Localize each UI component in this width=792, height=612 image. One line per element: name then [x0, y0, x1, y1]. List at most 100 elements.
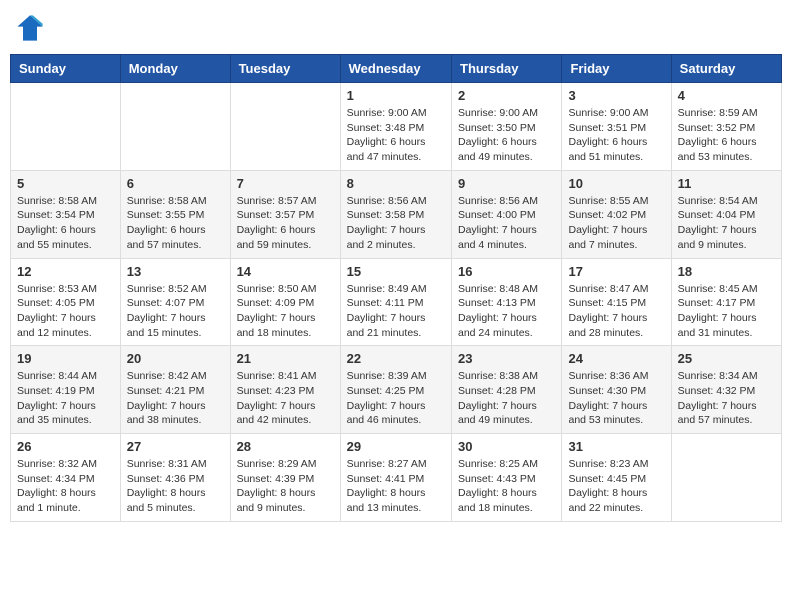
day-info: Sunrise: 8:47 AM Sunset: 4:15 PM Dayligh… [568, 282, 664, 341]
week-row-1: 5 Sunrise: 8:58 AM Sunset: 3:54 PM Daylig… [11, 170, 782, 258]
day-number: 22 [347, 351, 445, 366]
day-number: 25 [678, 351, 775, 366]
day-info: Sunrise: 8:38 AM Sunset: 4:28 PM Dayligh… [458, 369, 555, 428]
calendar-cell: 25 Sunrise: 8:34 AM Sunset: 4:32 PM Dayli… [671, 346, 781, 434]
day-number: 9 [458, 176, 555, 191]
calendar-cell: 7Sunrise: 8:57 AM Sunset: 3:57 PM Daylig… [230, 170, 340, 258]
week-row-2: 12 Sunrise: 8:53 AM Sunset: 4:05 PM Dayli… [11, 258, 782, 346]
day-info: Sunrise: 8:29 AM Sunset: 4:39 PM Dayligh… [237, 457, 334, 516]
weekday-header-tuesday: Tuesday [230, 55, 340, 83]
weekday-header-row: SundayMondayTuesdayWednesdayThursdayFrid… [11, 55, 782, 83]
day-number: 14 [237, 264, 334, 279]
day-info: Sunrise: 9:00 AM Sunset: 3:48 PM Dayligh… [347, 106, 445, 165]
weekday-header-saturday: Saturday [671, 55, 781, 83]
calendar-cell: 22 Sunrise: 8:39 AM Sunset: 4:25 PM Dayli… [340, 346, 451, 434]
day-number: 28 [237, 439, 334, 454]
day-info: Sunrise: 8:32 AM Sunset: 4:34 PM Dayligh… [17, 457, 114, 516]
day-info: Sunrise: 8:56 AM Sunset: 3:58 PM Dayligh… [347, 194, 445, 253]
day-info: Sunrise: 8:58 AM Sunset: 3:54 PM Dayligh… [17, 194, 114, 253]
day-info: Sunrise: 8:55 AM Sunset: 4:02 PM Dayligh… [568, 194, 664, 253]
day-number: 30 [458, 439, 555, 454]
day-info: Sunrise: 9:00 AM Sunset: 3:51 PM Dayligh… [568, 106, 664, 165]
calendar-cell: 5 Sunrise: 8:58 AM Sunset: 3:54 PM Daylig… [11, 170, 121, 258]
day-info: Sunrise: 8:42 AM Sunset: 4:21 PM Dayligh… [127, 369, 224, 428]
calendar-cell: 24 Sunrise: 8:36 AM Sunset: 4:30 PM Dayli… [562, 346, 671, 434]
day-info: Sunrise: 8:36 AM Sunset: 4:30 PM Dayligh… [568, 369, 664, 428]
day-number: 2 [458, 88, 555, 103]
calendar-cell: 21 Sunrise: 8:41 AM Sunset: 4:23 PM Dayli… [230, 346, 340, 434]
page-header [10, 10, 782, 46]
day-number: 11 [678, 176, 775, 191]
week-row-4: 26 Sunrise: 8:32 AM Sunset: 4:34 PM Dayli… [11, 434, 782, 522]
week-row-3: 19 Sunrise: 8:44 AM Sunset: 4:19 PM Dayli… [11, 346, 782, 434]
day-number: 24 [568, 351, 664, 366]
calendar-cell: 2 Sunrise: 9:00 AM Sunset: 3:50 PM Daylig… [452, 83, 562, 171]
calendar-cell [120, 83, 230, 171]
day-info: Sunrise: 8:27 AM Sunset: 4:41 PM Dayligh… [347, 457, 445, 516]
day-info: Sunrise: 8:48 AM Sunset: 4:13 PM Dayligh… [458, 282, 555, 341]
day-info: Sunrise: 8:54 AM Sunset: 4:04 PM Dayligh… [678, 194, 775, 253]
day-number: 7 [237, 176, 334, 191]
day-info: Sunrise: 8:58 AM Sunset: 3:55 PM Dayligh… [127, 194, 224, 253]
day-info: Sunrise: 8:23 AM Sunset: 4:45 PM Dayligh… [568, 457, 664, 516]
day-number: 17 [568, 264, 664, 279]
day-number: 13 [127, 264, 224, 279]
calendar-cell: 18 Sunrise: 8:45 AM Sunset: 4:17 PM Dayli… [671, 258, 781, 346]
day-number: 26 [17, 439, 114, 454]
day-number: 15 [347, 264, 445, 279]
day-info: Sunrise: 8:41 AM Sunset: 4:23 PM Dayligh… [237, 369, 334, 428]
calendar-cell: 16 Sunrise: 8:48 AM Sunset: 4:13 PM Dayli… [452, 258, 562, 346]
day-info: Sunrise: 8:56 AM Sunset: 4:00 PM Dayligh… [458, 194, 555, 253]
week-row-0: 1 Sunrise: 9:00 AM Sunset: 3:48 PM Daylig… [11, 83, 782, 171]
calendar-cell: 27Sunrise: 8:31 AM Sunset: 4:36 PM Dayli… [120, 434, 230, 522]
calendar-table: SundayMondayTuesdayWednesdayThursdayFrid… [10, 54, 782, 522]
day-number: 23 [458, 351, 555, 366]
day-info: Sunrise: 8:59 AM Sunset: 3:52 PM Dayligh… [678, 106, 775, 165]
weekday-header-thursday: Thursday [452, 55, 562, 83]
day-number: 12 [17, 264, 114, 279]
day-info: Sunrise: 8:52 AM Sunset: 4:07 PM Dayligh… [127, 282, 224, 341]
calendar-cell: 10Sunrise: 8:55 AM Sunset: 4:02 PM Dayli… [562, 170, 671, 258]
calendar-cell: 9 Sunrise: 8:56 AM Sunset: 4:00 PM Daylig… [452, 170, 562, 258]
calendar-cell: 31Sunrise: 8:23 AM Sunset: 4:45 PM Dayli… [562, 434, 671, 522]
day-number: 5 [17, 176, 114, 191]
day-info: Sunrise: 8:50 AM Sunset: 4:09 PM Dayligh… [237, 282, 334, 341]
calendar-cell: 11 Sunrise: 8:54 AM Sunset: 4:04 PM Dayli… [671, 170, 781, 258]
day-info: Sunrise: 8:25 AM Sunset: 4:43 PM Dayligh… [458, 457, 555, 516]
calendar-cell [230, 83, 340, 171]
day-number: 1 [347, 88, 445, 103]
weekday-header-monday: Monday [120, 55, 230, 83]
calendar-cell [671, 434, 781, 522]
day-info: Sunrise: 8:53 AM Sunset: 4:05 PM Dayligh… [17, 282, 114, 341]
calendar-cell: 28 Sunrise: 8:29 AM Sunset: 4:39 PM Dayli… [230, 434, 340, 522]
calendar-cell: 29 Sunrise: 8:27 AM Sunset: 4:41 PM Dayli… [340, 434, 451, 522]
calendar-cell: 6 Sunrise: 8:58 AM Sunset: 3:55 PM Daylig… [120, 170, 230, 258]
logo [16, 14, 48, 42]
day-number: 6 [127, 176, 224, 191]
day-info: Sunrise: 9:00 AM Sunset: 3:50 PM Dayligh… [458, 106, 555, 165]
day-number: 16 [458, 264, 555, 279]
day-number: 18 [678, 264, 775, 279]
weekday-header-friday: Friday [562, 55, 671, 83]
day-info: Sunrise: 8:49 AM Sunset: 4:11 PM Dayligh… [347, 282, 445, 341]
weekday-header-sunday: Sunday [11, 55, 121, 83]
day-info: Sunrise: 8:44 AM Sunset: 4:19 PM Dayligh… [17, 369, 114, 428]
calendar-cell: 14 Sunrise: 8:50 AM Sunset: 4:09 PM Dayli… [230, 258, 340, 346]
calendar-cell: 20 Sunrise: 8:42 AM Sunset: 4:21 PM Dayli… [120, 346, 230, 434]
day-number: 29 [347, 439, 445, 454]
calendar-cell: 12 Sunrise: 8:53 AM Sunset: 4:05 PM Dayli… [11, 258, 121, 346]
day-info: Sunrise: 8:34 AM Sunset: 4:32 PM Dayligh… [678, 369, 775, 428]
day-info: Sunrise: 8:39 AM Sunset: 4:25 PM Dayligh… [347, 369, 445, 428]
day-number: 19 [17, 351, 114, 366]
day-number: 8 [347, 176, 445, 191]
weekday-header-wednesday: Wednesday [340, 55, 451, 83]
day-number: 3 [568, 88, 664, 103]
calendar-cell: 30 Sunrise: 8:25 AM Sunset: 4:43 PM Dayli… [452, 434, 562, 522]
day-number: 21 [237, 351, 334, 366]
calendar-cell: 19 Sunrise: 8:44 AM Sunset: 4:19 PM Dayli… [11, 346, 121, 434]
calendar-cell: 8 Sunrise: 8:56 AM Sunset: 3:58 PM Daylig… [340, 170, 451, 258]
day-number: 27 [127, 439, 224, 454]
calendar-cell: 17 Sunrise: 8:47 AM Sunset: 4:15 PM Dayli… [562, 258, 671, 346]
day-info: Sunrise: 8:45 AM Sunset: 4:17 PM Dayligh… [678, 282, 775, 341]
day-number: 20 [127, 351, 224, 366]
